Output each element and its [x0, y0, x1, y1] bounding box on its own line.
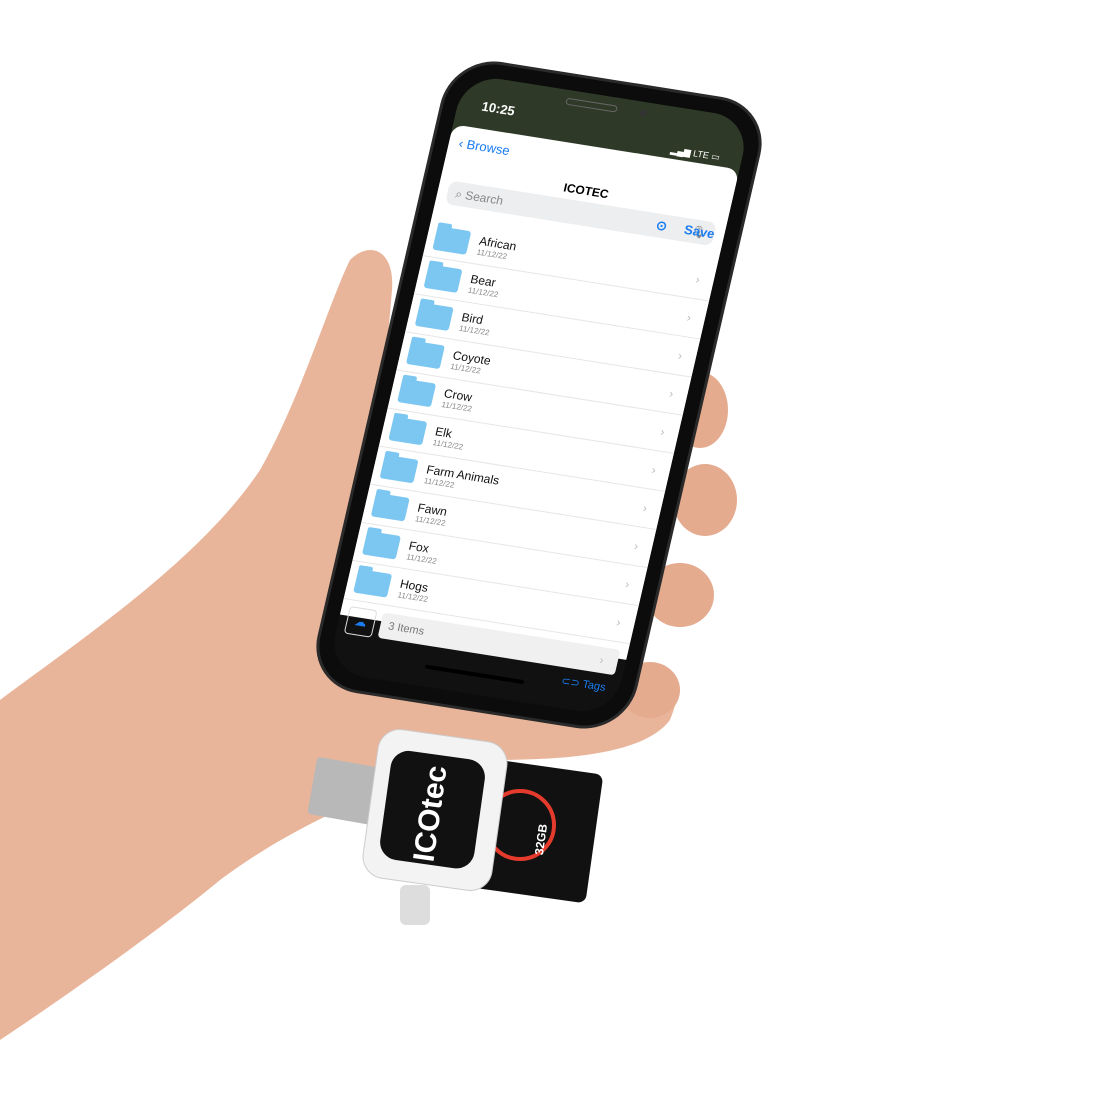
- speaker-grille: [565, 97, 619, 113]
- chevron-right-icon: ›: [676, 348, 684, 363]
- folder-icon: [397, 378, 437, 408]
- folder-icon: [361, 530, 401, 560]
- cloud-icon[interactable]: ☁: [343, 606, 378, 638]
- chevron-right-icon: ›: [623, 577, 631, 592]
- tag-icon: ⊂⊃: [560, 675, 584, 691]
- folder-icon: [405, 340, 445, 370]
- folder-text: African 11/12/22: [476, 233, 518, 261]
- chevron-right-icon: ›: [615, 615, 623, 630]
- chevron-right-icon: ›: [632, 538, 640, 554]
- back-button[interactable]: ‹ Browse: [457, 136, 511, 159]
- chevron-right-icon: ›: [659, 424, 667, 439]
- folder-icon: [432, 226, 472, 255]
- folder-text: Bird 11/12/22: [458, 310, 493, 337]
- folder-text: Elk 11/12/22: [432, 424, 467, 451]
- folder-icon: [379, 454, 419, 484]
- chevron-right-icon: ›: [685, 310, 693, 325]
- camera-icon: [638, 109, 648, 118]
- folder-text: Hogs 11/12/22: [397, 576, 432, 603]
- chevron-right-icon: ›: [641, 500, 649, 516]
- folder-text: Fawn 11/12/22: [414, 500, 449, 527]
- folder-icon: [414, 302, 454, 332]
- status-time: 10:25: [480, 98, 517, 119]
- folder-text: Bear 11/12/22: [467, 272, 502, 299]
- chevron-right-icon: ›: [667, 386, 675, 401]
- chevron-right-icon: ›: [598, 652, 606, 668]
- folder-icon: [423, 264, 463, 293]
- folder-icon: [388, 416, 428, 446]
- chevron-right-icon: ›: [650, 462, 658, 478]
- folder-text: Crow 11/12/22: [441, 386, 476, 413]
- folder-text: Farm Animals 11/12/22: [423, 462, 501, 496]
- folder-icon: [353, 568, 393, 598]
- folder-icon: [370, 492, 410, 522]
- folder-text: Coyote 11/12/22: [450, 348, 493, 376]
- folder-text: Fox 11/12/22: [406, 538, 441, 565]
- ellipsis-circle-icon[interactable]: ⊙: [655, 217, 669, 233]
- chevron-right-icon: ›: [694, 272, 702, 287]
